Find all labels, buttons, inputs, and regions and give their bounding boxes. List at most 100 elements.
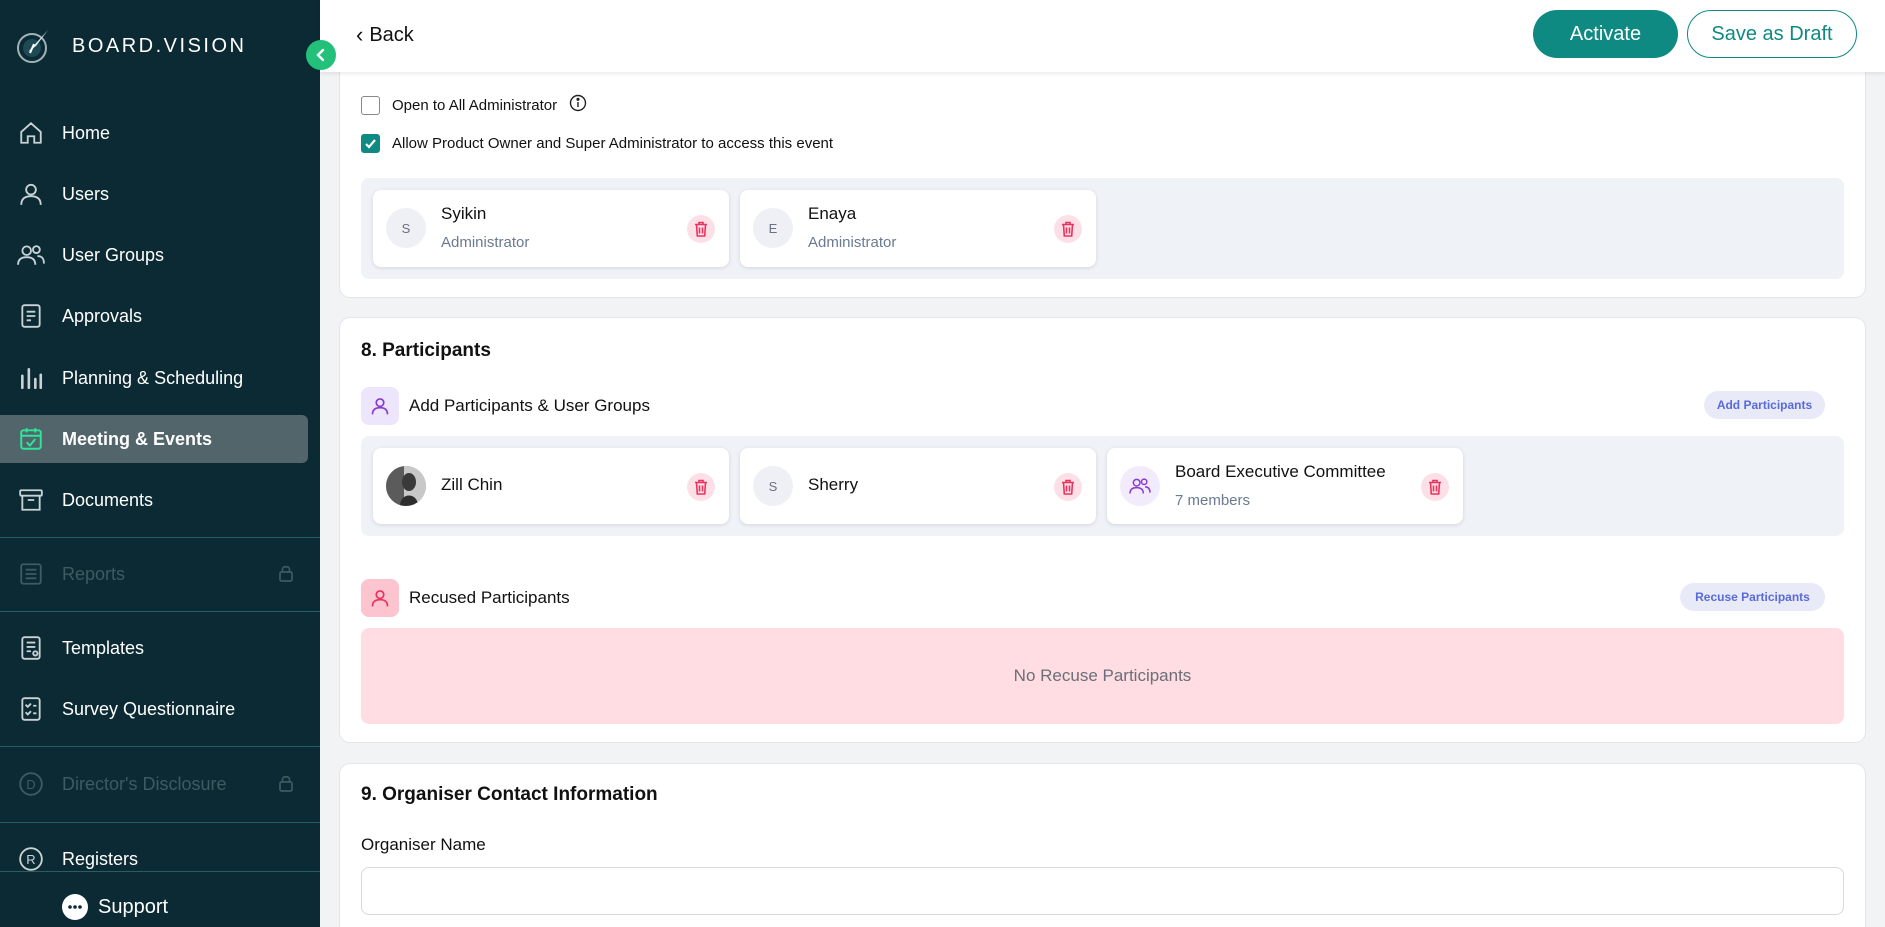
participant-card: S Sherry [740, 448, 1096, 524]
sidebar-divider [0, 822, 320, 823]
approvals-icon [16, 301, 46, 331]
calendar-check-icon [16, 424, 46, 454]
remove-participant-button[interactable] [1421, 473, 1449, 501]
info-icon[interactable] [569, 94, 587, 116]
sidebar: BOARD.VISION Home Users User Groups Appr… [0, 0, 320, 927]
users-icon [16, 240, 46, 270]
user-icon [16, 179, 46, 209]
remove-admin-button[interactable] [1054, 215, 1082, 243]
participants-tray: Zill Chin S Sherry Board Executive Commi… [361, 436, 1844, 536]
sidebar-item-label: Director's Disclosure [62, 773, 227, 794]
chart-bars-icon [16, 363, 46, 393]
sidebar-item-label: Templates [62, 637, 145, 658]
recused-empty-state: No Recuse Participants [361, 628, 1844, 724]
lock-icon [278, 564, 294, 587]
participants-title: 8. Participants [361, 340, 491, 361]
sidebar-divider [0, 537, 320, 538]
open-all-admin-row[interactable]: Open to All Administrator [361, 94, 587, 116]
back-link[interactable]: ‹ Back [356, 22, 414, 48]
participant-name: Sherry [808, 475, 859, 494]
participant-name: Board Executive Committee [1175, 462, 1386, 481]
remove-participant-button[interactable] [687, 473, 715, 501]
participant-card: Zill Chin [373, 448, 729, 524]
brand[interactable]: BOARD.VISION [14, 26, 246, 66]
chevron-left-icon [316, 48, 325, 62]
admin-name: Enaya [808, 204, 857, 223]
sidebar-item-label: Users [62, 183, 110, 204]
group-icon [1120, 466, 1160, 506]
sidebar-item-label: Reports [62, 563, 126, 584]
collapse-sidebar-button[interactable] [306, 40, 336, 70]
participant-name: Zill Chin [441, 475, 503, 494]
check-icon [365, 139, 376, 149]
support-label: Support [98, 895, 169, 918]
participant-card: Board Executive Committee 7 members [1107, 448, 1463, 524]
recuse-participants-button[interactable]: Recuse Participants [1680, 583, 1825, 611]
svg-text:D: D [26, 777, 35, 792]
sidebar-item-label: Registers [62, 848, 139, 869]
sidebar-item-label: Documents [62, 489, 154, 510]
sidebar-item-label: Meeting & Events [62, 428, 213, 449]
sidebar-item-home[interactable]: Home [0, 109, 320, 157]
add-participants-button[interactable]: Add Participants [1704, 391, 1825, 419]
sidebar-item-templates[interactable]: Templates [0, 624, 320, 672]
brand-name: BOARD.VISION [72, 34, 247, 57]
admin-name: Syikin [441, 204, 487, 223]
trash-icon [1429, 479, 1441, 495]
avatar: S [753, 466, 793, 506]
sidebar-item-user-groups[interactable]: User Groups [0, 231, 320, 279]
sidebar-item-planning[interactable]: Planning & Scheduling [0, 354, 320, 402]
trash-icon [1062, 221, 1074, 237]
activate-button[interactable]: Activate [1533, 10, 1678, 58]
organiser-name-input[interactable] [361, 867, 1844, 915]
save-draft-button[interactable]: Save as Draft [1687, 10, 1857, 58]
survey-icon [16, 694, 46, 724]
allow-owner-row[interactable]: Allow Product Owner and Super Administra… [361, 134, 833, 153]
chevron-left-icon: ‹ [356, 22, 364, 47]
trash-icon [695, 479, 707, 495]
sidebar-divider [0, 871, 320, 872]
trash-icon [1062, 479, 1074, 495]
sidebar-item-directors-disclosure: D Director's Disclosure [0, 760, 320, 808]
remove-participant-button[interactable] [1054, 473, 1082, 501]
chat-bubble-icon [62, 894, 88, 920]
admin-tray: S Syikin Administrator E Enaya Administr… [361, 178, 1844, 279]
lock-icon [278, 774, 294, 797]
sidebar-item-label: User Groups [62, 244, 165, 265]
support-button[interactable]: Support [62, 894, 168, 920]
sidebar-divider [0, 611, 320, 612]
sidebar-item-meeting-events[interactable]: Meeting & Events [0, 415, 308, 463]
sidebar-item-label: Approvals [62, 305, 143, 326]
open-all-admin-label: Open to All Administrator [392, 96, 558, 114]
list-icon [16, 559, 46, 589]
svg-text:R: R [26, 852, 35, 867]
open-all-admin-checkbox[interactable] [361, 95, 380, 115]
trash-icon [695, 221, 707, 237]
sidebar-item-label: Survey Questionnaire [62, 698, 236, 719]
sidebar-item-approvals[interactable]: Approvals [0, 292, 320, 340]
sidebar-item-registers[interactable]: R Registers [0, 835, 320, 883]
admin-card: E Enaya Administrator [740, 190, 1096, 267]
sidebar-item-label: Home [62, 122, 111, 143]
group-members: 7 members [1175, 492, 1251, 509]
user-icon [361, 579, 399, 617]
add-participants-label: Add Participants & User Groups [409, 396, 650, 415]
sidebar-item-users[interactable]: Users [0, 170, 320, 218]
remove-admin-button[interactable] [687, 215, 715, 243]
sidebar-item-survey[interactable]: Survey Questionnaire [0, 685, 320, 733]
home-icon [16, 118, 46, 148]
access-card: Open to All Administrator Allow Product … [340, 56, 1865, 297]
allow-owner-checkbox[interactable] [361, 134, 380, 153]
add-participants-row: Add Participants & User Groups [361, 387, 650, 425]
user-icon [361, 387, 399, 425]
participants-card: 8. Participants Add Participants & User … [340, 318, 1865, 742]
organiser-title: 9. Organiser Contact Information [361, 784, 658, 805]
admin-card: S Syikin Administrator [373, 190, 729, 267]
top-header: ‹ Back Activate Save as Draft [320, 0, 1885, 72]
sidebar-divider [0, 746, 320, 747]
sidebar-item-label: Planning & Scheduling [62, 367, 244, 388]
admin-role: Administrator [441, 234, 530, 251]
allow-owner-label: Allow Product Owner and Super Administra… [392, 135, 834, 152]
organiser-card: 9. Organiser Contact Information Organis… [340, 764, 1865, 927]
sidebar-item-documents[interactable]: Documents [0, 476, 320, 524]
